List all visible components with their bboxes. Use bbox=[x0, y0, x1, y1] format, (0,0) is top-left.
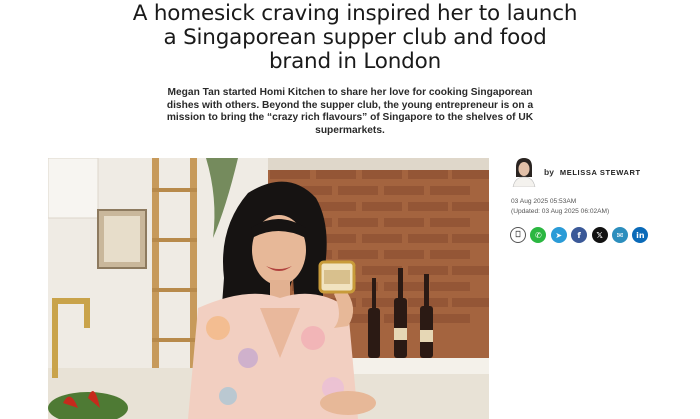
article-headline: A homesick craving inspired her to launc… bbox=[132, 1, 578, 74]
updated-date: (Updated: 03 Aug 2025 06:02AM) bbox=[511, 207, 610, 215]
author-byline: by MELISSA STEWART bbox=[511, 157, 691, 188]
publish-dates: 03 Aug 2025 05:53AM (Updated: 03 Aug 202… bbox=[511, 197, 609, 216]
whatsapp-icon[interactable]: ✆ bbox=[530, 227, 547, 243]
facebook-icon[interactable]: f bbox=[571, 227, 588, 243]
share-bar: ⎕ ✆ ➤ f 𝕏 ✉ in bbox=[510, 227, 649, 243]
email-icon[interactable]: ✉ bbox=[611, 227, 628, 243]
article-standfirst: Megan Tan started Homi Kitchen to share … bbox=[166, 87, 534, 136]
x-icon[interactable]: 𝕏 bbox=[591, 227, 608, 243]
published-date: 03 Aug 2025 05:53AM bbox=[511, 198, 577, 205]
telegram-icon[interactable]: ➤ bbox=[550, 227, 567, 243]
hero-image bbox=[48, 158, 489, 419]
linkedin-icon[interactable]: in bbox=[632, 227, 649, 243]
author-avatar[interactable] bbox=[511, 157, 537, 188]
author-name-link[interactable]: MELISSA STEWART bbox=[560, 168, 641, 177]
author-by-label: by bbox=[544, 167, 554, 177]
bookmark-icon[interactable]: ⎕ bbox=[510, 227, 526, 243]
